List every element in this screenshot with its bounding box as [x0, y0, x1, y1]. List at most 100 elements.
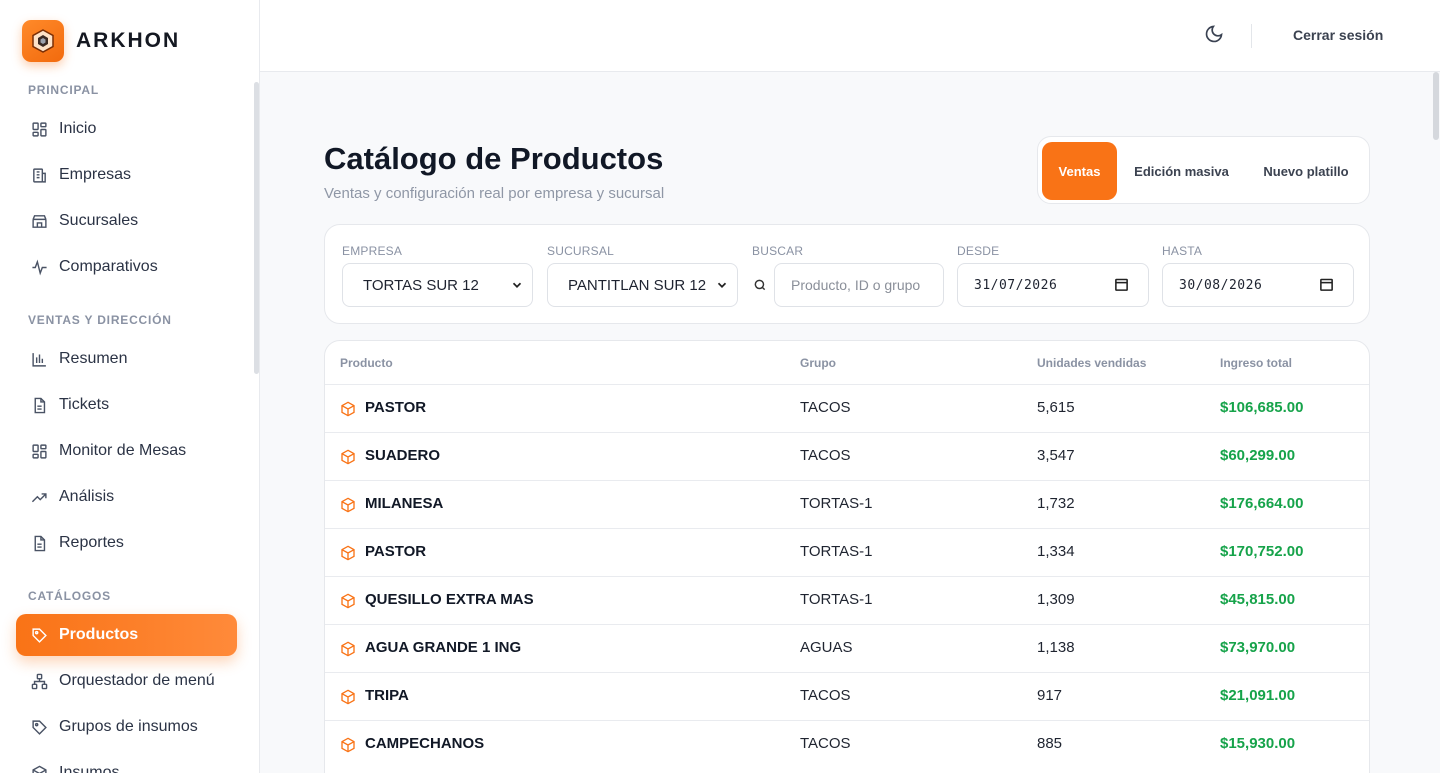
tab-ventas[interactable]: Ventas	[1042, 142, 1117, 200]
document-icon	[30, 534, 48, 552]
package-icon	[340, 737, 356, 753]
units-sold: 1,334	[1037, 543, 1075, 560]
total-revenue: $60,299.00	[1220, 447, 1296, 464]
units-sold: 5,615	[1037, 399, 1075, 416]
sidebar-item-insumos[interactable]: Insumos	[16, 752, 237, 773]
units-sold: 1,309	[1037, 591, 1075, 608]
sidebar-item-empresas[interactable]: Empresas	[16, 154, 237, 196]
sidebar-item-label: Productos	[59, 626, 139, 643]
sidebar-item-tickets[interactable]: Tickets	[16, 384, 237, 426]
hasta-label: HASTA	[1162, 244, 1203, 258]
units-sold: 3,547	[1037, 447, 1075, 464]
product-group: AGUAS	[800, 639, 853, 656]
product-group: TORTAS-1	[800, 591, 873, 608]
product-group: TORTAS-1	[800, 543, 873, 560]
product-name: SUADERO	[365, 447, 441, 464]
table-row[interactable]: CAMPECHANOS TACOS 885 $15,930.00	[325, 720, 1369, 768]
units-sold: 1,138	[1037, 639, 1075, 656]
sidebar-item-inicio[interactable]: Inicio	[16, 108, 237, 150]
sidebar-item-grupos-insumos[interactable]: Grupos de insumos	[16, 706, 237, 748]
table-row[interactable]: QUESILLO EXTRA MAS TORTAS-1 1,309 $45,815.0…	[325, 576, 1369, 624]
sidebar-item-resumen[interactable]: Resumen	[16, 338, 237, 380]
calendar-icon[interactable]	[1319, 277, 1335, 293]
grid-icon	[30, 120, 48, 138]
table-row[interactable]: PASTOR TACOS 5,615 $106,685.00	[325, 384, 1369, 432]
building-icon	[30, 166, 48, 184]
table-row[interactable]: MILANESA TORTAS-1 1,732 $176,664.00	[325, 480, 1369, 528]
brand[interactable]: ARKHON	[22, 20, 180, 62]
total-revenue: $15,930.00	[1220, 735, 1296, 752]
table-row[interactable]: TRIPA TACOS 917 $21,091.00	[325, 672, 1369, 720]
units-sold: 917	[1037, 687, 1063, 704]
hasta-date-input[interactable]: 30/08/2026	[1162, 263, 1354, 307]
column-header-grupo[interactable]: Grupo	[800, 356, 836, 370]
logout-button[interactable]: Cerrar sesión	[1293, 27, 1383, 43]
sidebar-item-label: Insumos	[59, 764, 120, 773]
sidebar-item-sucursales[interactable]: Sucursales	[16, 200, 237, 242]
trending-up-icon	[30, 488, 48, 506]
sidebar-item-monitor-mesas[interactable]: Monitor de Mesas	[16, 430, 237, 472]
product-group: TACOS	[800, 447, 851, 464]
empresa-label: EMPRESA	[342, 244, 403, 258]
total-revenue: $45,815.00	[1220, 591, 1296, 608]
sucursal-label: SUCURSAL	[547, 244, 614, 258]
sidebar-item-label: Reportes	[59, 534, 124, 551]
grid-icon	[30, 442, 48, 460]
sidebar-item-label: Análisis	[59, 488, 115, 505]
bar-chart-icon	[30, 350, 48, 368]
tab-nuevo-platillo[interactable]: Nuevo platillo	[1252, 142, 1360, 200]
product-name: MILANESA	[365, 495, 444, 512]
table-row[interactable]: AGUA GRANDE 1 ING AGUAS 1,138 $73,970.00	[325, 624, 1369, 672]
chevron-down-icon	[715, 278, 729, 292]
chevron-down-icon	[510, 278, 524, 292]
arkhon-logo-icon	[22, 20, 64, 62]
package-icon	[340, 593, 356, 609]
page-title: Catálogo de Productos	[324, 141, 664, 176]
product-group: TORTAS-1	[800, 495, 873, 512]
brand-name: ARKHON	[76, 29, 181, 52]
desde-date-input[interactable]: 31/07/2026	[957, 263, 1149, 307]
topbar: Cerrar sesión	[260, 0, 1440, 72]
sidebar-scrollbar[interactable]	[254, 82, 259, 374]
sitemap-icon	[30, 672, 48, 690]
sidebar-item-reportes[interactable]: Reportes	[16, 522, 237, 564]
tab-edicion-masiva[interactable]: Edición masiva	[1124, 142, 1239, 200]
table-row[interactable]: PASTOR TORTAS-1 1,334 $170,752.00	[325, 528, 1369, 576]
product-name: CAMPECHANOS	[365, 735, 485, 752]
sidebar: ARKHON PRINCIPAL Inicio Empresas Sucursa…	[0, 0, 260, 773]
calendar-icon[interactable]	[1114, 277, 1130, 293]
sidebar-item-label: Orquestador de menú	[59, 672, 215, 689]
units-sold: 885	[1037, 735, 1063, 752]
tag-icon	[30, 718, 48, 736]
sidebar-item-orquestador[interactable]: Orquestador de menú	[16, 660, 237, 702]
column-header-unidades[interactable]: Unidades vendidas	[1037, 356, 1146, 370]
column-header-ingreso[interactable]: Ingreso total	[1220, 356, 1292, 370]
sidebar-item-label: Sucursales	[59, 212, 139, 229]
sidebar-item-label: Empresas	[59, 166, 132, 183]
sidebar-item-analisis[interactable]: Análisis	[16, 476, 237, 518]
package-icon	[340, 449, 356, 465]
empresa-value: TORTAS SUR 12	[363, 276, 479, 294]
package-icon	[340, 545, 356, 561]
desde-value: 31/07/2026	[974, 277, 1058, 293]
search-icon	[753, 278, 767, 292]
product-name: PASTOR	[365, 399, 427, 416]
sidebar-item-comparativos[interactable]: Comparativos	[16, 246, 237, 288]
sucursal-select[interactable]: PANTITLAN SUR 12	[547, 263, 738, 307]
product-group: TACOS	[800, 735, 851, 752]
package-icon	[30, 764, 48, 773]
section-ventas: VENTAS Y DIRECCIÓN	[28, 313, 172, 327]
empresa-select[interactable]: TORTAS SUR 12	[342, 263, 533, 307]
column-header-producto[interactable]: Producto	[340, 356, 393, 370]
table-row[interactable]: SUADERO TACOS 3,547 $60,299.00	[325, 432, 1369, 480]
package-icon	[340, 497, 356, 513]
view-tabs: Ventas Edición masiva Nuevo platillo	[1037, 136, 1370, 204]
sidebar-item-label: Inicio	[59, 120, 97, 137]
total-revenue: $21,091.00	[1220, 687, 1296, 704]
page-scrollbar[interactable]	[1433, 72, 1439, 140]
moon-icon[interactable]	[1204, 24, 1228, 48]
document-icon	[30, 396, 48, 414]
section-catalogos: CATÁLOGOS	[28, 589, 111, 603]
search-input[interactable]: Producto, ID o grupo	[774, 263, 944, 307]
sidebar-item-productos[interactable]: Productos	[16, 614, 237, 656]
